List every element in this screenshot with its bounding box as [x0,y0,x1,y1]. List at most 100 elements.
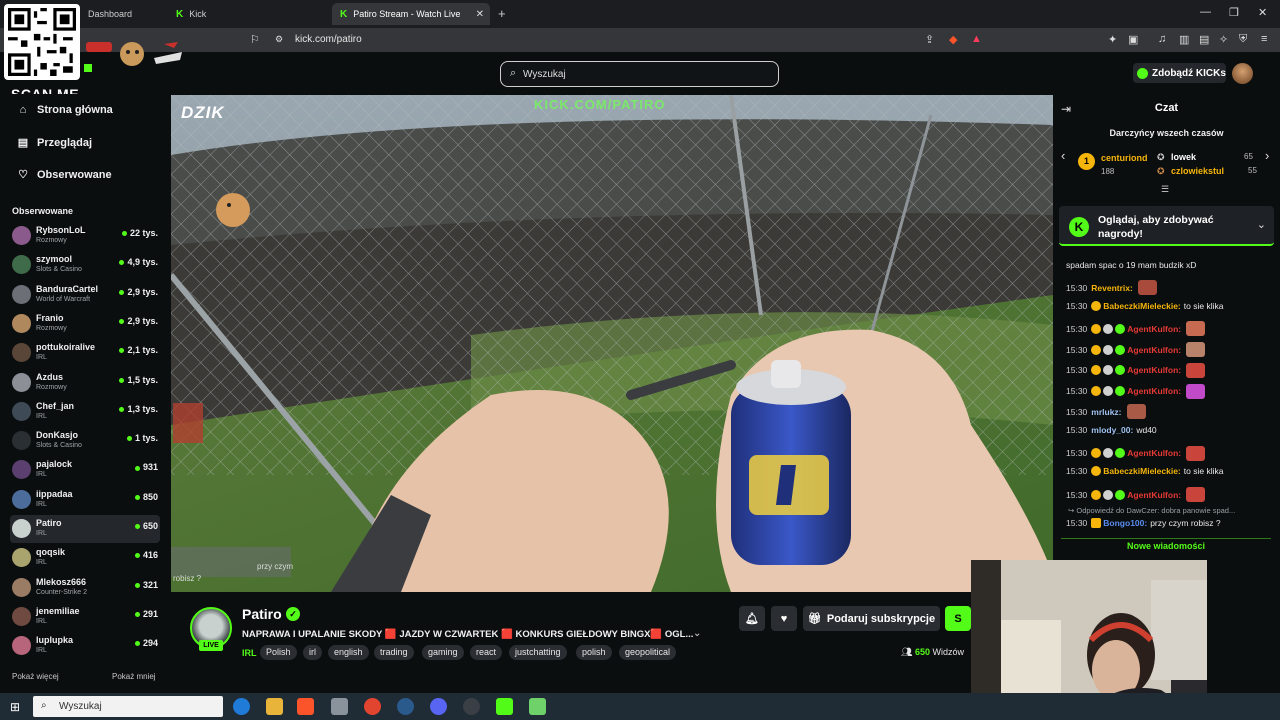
message-user[interactable]: mlody_00: [1091,425,1133,435]
menu-icon[interactable]: ≡ [1261,33,1267,45]
brave-rewards-icon[interactable]: ▲ [971,33,982,45]
tag[interactable]: Polish [260,645,297,660]
close-tab-icon[interactable]: ✕ [476,9,484,20]
kick-app-icon[interactable] [496,698,513,715]
sidebar-channel-chef_jan[interactable]: Chef_jan IRL 1,3 tys. [10,398,160,426]
prev-donors-arrow-icon[interactable]: ‹ [1061,148,1065,163]
sidebar-channel-azdus[interactable]: Azdus Rozmowy 1,5 tys. [10,369,160,397]
viewer-number: 650 [914,647,930,657]
follow-button[interactable]: ♥ [771,606,797,631]
screenshot-icon[interactable]: ▣ [1128,33,1138,46]
taskbar-search-input[interactable]: ⌕ Wyszukaj [33,696,223,717]
sidebar-channel-qoqsik[interactable]: qoqsik IRL 416 [10,544,160,572]
expand-title-chevron-icon[interactable]: ⌄ [693,628,701,639]
expand-donors-icon[interactable]: ☰ [1161,184,1169,195]
tab-kick[interactable]: K Kick [168,3,328,25]
brave-shield-icon[interactable]: ◆ [949,33,957,46]
message-user[interactable]: AgentKulfon: [1127,490,1181,500]
sidebar-channel-patiro[interactable]: Patiro IRL 650 [10,515,160,543]
message-user[interactable]: Reventrix: [1091,283,1133,293]
live-dot-icon [119,377,125,383]
wallet-icon[interactable]: ▤ [1199,33,1209,46]
sidebar-channel-szymool[interactable]: szymool Slots & Casino 4,9 tys. [10,251,160,279]
steam-icon[interactable] [397,698,414,715]
sidebar-channel-pajalock[interactable]: pajalock IRL 931 [10,456,160,484]
tag[interactable]: geopolitical [619,645,677,660]
emote-icon [1186,383,1206,399]
nav-home[interactable]: ⌂ Strona główna [16,104,113,116]
gift-subscriptions-button[interactable]: 🎁︎ Podaruj subskrypcje [803,606,940,631]
sidebar-channel-rybsonlol[interactable]: RybsonLoL Rozmowy 22 tys. [10,222,160,250]
file-explorer-icon[interactable] [266,698,283,715]
nav-browse[interactable]: ▤ Przeglądaj [16,136,92,150]
share-icon[interactable]: ⇪ [925,33,934,46]
new-messages-divider[interactable]: Nowe wiadomości [1061,538,1271,551]
tag[interactable]: trading [374,645,414,660]
channel-name[interactable]: Patiro [242,606,282,622]
message-user[interactable]: AgentKulfon: [1127,324,1181,334]
subscribe-button[interactable]: S [945,606,971,631]
message-user[interactable]: AgentKulfon: [1127,345,1181,355]
search-icon: ⌕ [510,67,517,79]
edge-icon[interactable] [233,698,250,715]
close-window-icon[interactable]: ✕ [1258,6,1267,19]
sidebar-channel-banduracartel[interactable]: BanduraCartel World of Warcraft 2,9 tys. [10,281,160,309]
user-avatar[interactable] [1232,63,1253,84]
message-time: 15:30 [1066,466,1088,477]
donor-name[interactable]: czlowiekstul [1171,166,1224,176]
show-less-link[interactable]: Pokaż mniej [112,672,156,681]
bookmark-icon[interactable]: ⚐ [250,33,260,46]
message-user[interactable]: BabeczkiMieleckie: [1103,301,1180,311]
sidebar-channel-iippadaa[interactable]: iippadaa IRL 850 [10,486,160,514]
message-user[interactable]: AgentKulfon: [1127,448,1181,458]
media-icon[interactable]: ♫ [1158,33,1166,45]
message-user[interactable]: mrlukz: [1091,407,1121,417]
extensions-icon[interactable]: ✦ [1108,33,1117,46]
discord-icon[interactable] [430,698,447,715]
sidebar-channel-franio[interactable]: Franio Rozmowy 2,9 tys. [10,310,160,338]
video-player[interactable]: DZIK KICK.COM/PATIRO przy czym robisz ? [171,95,1053,592]
url-field[interactable]: kick.com/patiro [295,34,362,45]
vpn-icon[interactable]: ⛨ [1239,33,1247,46]
sidebar-channel-donkasjo[interactable]: DonKasjo Slots & Casino 1 tys. [10,427,160,455]
stream-category[interactable]: IRL [242,648,257,658]
tab-dashboard[interactable]: Dashboard [80,3,162,25]
notifications-button[interactable]: 🔔︎ [739,606,765,631]
get-kicks-button[interactable]: Zdobądź KICKs [1133,63,1226,83]
site-info-icon[interactable]: ⚙ [275,34,283,45]
app-icon[interactable] [529,698,546,715]
app-icon[interactable] [331,698,348,715]
new-tab-button[interactable]: + [498,6,506,21]
sidebar-channel-luplupka[interactable]: luplupka IRL 294 [10,632,160,660]
donor-name[interactable]: lowek [1171,152,1196,162]
search-input[interactable]: ⌕ Wyszukaj [500,61,779,87]
watch-rewards-banner[interactable]: K Oglądaj, aby zdobywać nagrody! ⌄ [1059,206,1274,246]
tab-patiro-stream[interactable]: K Patiro Stream - Watch Live on ✕ [332,3,490,25]
show-more-link[interactable]: Pokaż więcej [12,672,59,681]
message-user[interactable]: AgentKulfon: [1127,386,1181,396]
tag[interactable]: react [470,645,503,660]
chrome-icon[interactable] [364,698,381,715]
restore-icon[interactable]: ❐ [1229,6,1239,19]
donor-name[interactable]: centuriond [1101,153,1148,163]
sidebar-icon[interactable]: ▥ [1179,33,1189,46]
viewer-count-text: 2,9 tys. [127,315,158,326]
nav-following[interactable]: ♡ Obserwowane [16,168,112,182]
tag[interactable]: justchatting [509,645,567,660]
brave-icon[interactable] [297,698,314,715]
sidebar-channel-pottukoiralive[interactable]: pottukoiralive IRL 2,1 tys. [10,339,160,367]
tag[interactable]: polish [576,645,612,660]
message-user[interactable]: BabeczkiMieleckie: [1103,466,1180,476]
minimize-icon[interactable]: — [1200,6,1211,18]
tag[interactable]: irl [303,645,322,660]
message-user[interactable]: AgentKulfon: [1127,365,1181,375]
message-user[interactable]: Bongo100: [1103,518,1147,528]
sidebar-channel-mlekosz666[interactable]: Mlekosz666 Counter-Strike 2 321 [10,574,160,602]
tag[interactable]: gaming [422,645,464,660]
next-donors-arrow-icon[interactable]: › [1265,148,1269,163]
leo-icon[interactable]: ✧ [1219,33,1228,46]
sidebar-channel-jenemiliae[interactable]: jenemiliae IRL 291 [10,603,160,631]
tag[interactable]: english [328,645,369,660]
windows-start-icon[interactable]: ⊞ [10,700,20,714]
obs-icon[interactable] [463,698,480,715]
